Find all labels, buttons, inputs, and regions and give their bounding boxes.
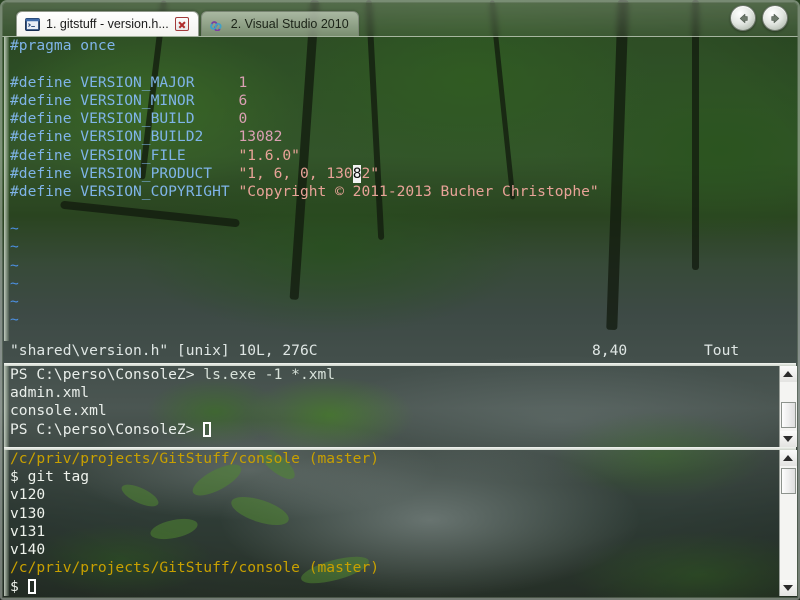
tab-list: 1. gitstuff - version.h... 2. Visual Stu… (2, 1, 359, 36)
powershell-prompt-line: PS C:\perso\ConsoleZ> ls.exe -1 *.xml (10, 366, 779, 384)
arrow-left-icon (739, 13, 748, 23)
powershell-command (195, 421, 204, 438)
vim-code-line: #define VERSION_FILE "1.6.0" (10, 146, 300, 164)
vim-empty-line-marker: ~ (10, 293, 19, 311)
scroll-track[interactable] (779, 465, 797, 580)
tab-close-button[interactable] (174, 17, 189, 31)
powershell-scrollbar[interactable] (779, 365, 797, 447)
scroll-up-arrow-icon[interactable] (779, 449, 797, 466)
scroll-down-arrow-icon[interactable] (779, 430, 797, 447)
powershell-cursor (203, 421, 212, 437)
git-bash-buffer[interactable]: /c/priv/projects/GitStuff/console (maste… (4, 450, 779, 596)
powershell-buffer[interactable]: PS C:\perso\ConsoleZ> ls.exe -1 *.xml adm… (4, 366, 779, 447)
vim-empty-line-marker: ~ (10, 256, 19, 274)
git-bash-command: $ git tag (10, 467, 90, 485)
git-bash-output: v130 (10, 504, 46, 522)
powershell-prompt-line: PS C:\perso\ConsoleZ> (10, 421, 779, 439)
scroll-up-arrow-icon[interactable] (779, 365, 797, 382)
back-button[interactable] (730, 5, 756, 31)
git-bash-output: v131 (10, 522, 46, 540)
vim-status-line: "shared\version.h" [unix] 10L, 276C 8,40… (4, 341, 796, 363)
vim-code-line: #define VERSION_MAJOR 1 (10, 73, 248, 91)
vim-empty-line-marker: ~ (10, 219, 19, 237)
powershell-output-line: admin.xml (10, 384, 90, 401)
scroll-track[interactable] (779, 381, 797, 431)
vim-code-line (10, 55, 796, 73)
tab-visual-studio[interactable]: 2. Visual Studio 2010 (200, 11, 359, 36)
navigation-buttons (730, 5, 798, 36)
scroll-thumb[interactable] (780, 467, 796, 494)
powershell-prompt: PS C:\perso\ConsoleZ> (10, 365, 195, 383)
git-bash-output-line: v130 (10, 505, 779, 523)
console-panes: #pragma once #define VERSION_MAJOR 1 #def… (4, 37, 797, 596)
arrow-right-icon (770, 13, 779, 23)
git-bash-output-line: v120 (10, 486, 779, 504)
vim-code-line: #define VERSION_BUILD2 13082 (10, 128, 283, 146)
vim-code-line: #define VERSION_MINOR 6 (10, 91, 248, 109)
tab-bar: 1. gitstuff - version.h... 2. Visual Stu… (2, 2, 798, 37)
vim-empty-line-marker: ~ (10, 311, 19, 329)
visual-studio-infinity-icon (209, 20, 222, 31)
pane-git-bash[interactable]: /c/priv/projects/GitStuff/console (maste… (4, 449, 797, 596)
vim-empty-line-marker: ~ (10, 238, 19, 256)
git-bash-path-line: /c/priv/projects/GitStuff/console (maste… (10, 559, 779, 577)
git-bash-output: v140 (10, 541, 46, 559)
git-bash-scrollbar[interactable] (779, 449, 797, 596)
console-window-icon (25, 17, 40, 31)
scroll-down-arrow-icon[interactable] (779, 580, 797, 596)
vim-code-line (10, 202, 796, 220)
pane-powershell[interactable]: PS C:\perso\ConsoleZ> ls.exe -1 *.xml adm… (4, 365, 797, 447)
forward-button[interactable] (762, 5, 788, 31)
tab-label: 1. gitstuff - version.h... (46, 17, 169, 31)
git-bash-path: /c/priv/projects/GitStuff/console (maste… (10, 449, 380, 467)
git-bash-output: v120 (10, 486, 46, 504)
vim-code-line: #define VERSION_BUILD 0 (10, 110, 248, 128)
powershell-output-line: console.xml (10, 402, 107, 420)
vim-file-info: "shared\version.h" [unix] 10L, 276C (10, 342, 318, 359)
vim-empty-line-marker: ~ (10, 274, 19, 292)
git-bash-path: /c/priv/projects/GitStuff/console (maste… (10, 559, 380, 577)
scroll-thumb[interactable] (780, 401, 796, 428)
pane-left-edge (4, 449, 9, 596)
git-bash-output-line: v131 (10, 523, 779, 541)
pane-left-edge (4, 37, 9, 341)
git-bash-command-line: $ (10, 578, 779, 596)
git-bash-command: $ (10, 577, 28, 595)
vim-code-line (10, 330, 796, 341)
git-bash-command-line: $ git tag (10, 468, 779, 486)
consolez-window: 1. gitstuff - version.h... 2. Visual Stu… (0, 0, 800, 600)
powershell-prompt: PS C:\perso\ConsoleZ> (10, 420, 195, 438)
git-bash-path-line: /c/priv/projects/GitStuff/console (maste… (10, 450, 779, 468)
vim-cursor-position: 8,40 (592, 342, 628, 359)
vim-code-line: #define VERSION_PRODUCT "1, 6, 0, 13082" (10, 165, 380, 184)
powershell-command: ls.exe -1 *.xml (194, 365, 336, 383)
vim-scroll-percent: Tout (704, 342, 740, 359)
pane-vim[interactable]: #pragma once #define VERSION_MAJOR 1 #def… (4, 37, 796, 341)
pane-left-edge (4, 365, 9, 447)
vim-code-line: #pragma once (10, 37, 116, 54)
git-bash-cursor (27, 578, 36, 594)
tab-label: 2. Visual Studio 2010 (230, 17, 349, 31)
git-bash-output-line: v140 (10, 541, 779, 559)
vim-buffer[interactable]: #pragma once #define VERSION_MAJOR 1 #def… (4, 37, 796, 341)
tab-gitstuff[interactable]: 1. gitstuff - version.h... (16, 11, 199, 36)
vim-code-line: #define VERSION_COPYRIGHT "Copyright © 2… (10, 183, 599, 201)
